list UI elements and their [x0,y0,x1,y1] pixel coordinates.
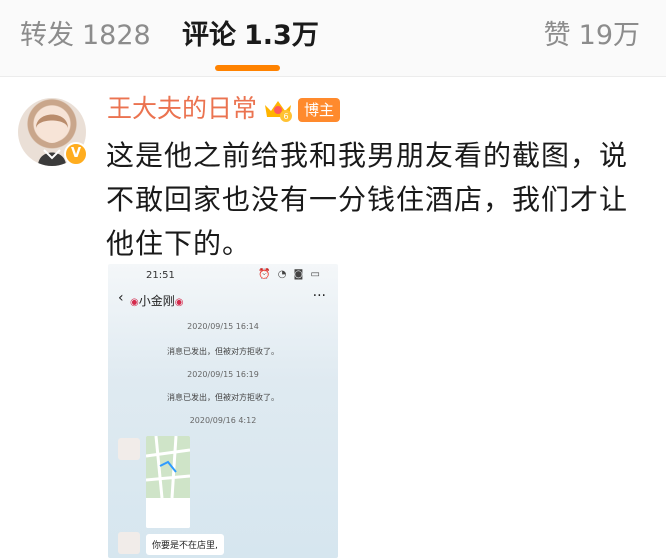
chat-timestamp: 2020/09/15 16:14 [187,322,259,331]
tab-reposts-label: 转发 [20,20,74,51]
active-tab-indicator [215,65,280,71]
chat-timestamp: 2020/09/16 4:12 [189,416,257,425]
divider [0,76,666,77]
tab-reposts-count: 1828 [82,20,151,51]
chat-system-message: 消息已发出，但被对方拒收了。 [167,347,279,356]
tab-likes-label: 赞 [543,20,571,51]
phone-status-icons: ⏰ ◔ ◙ ▭ [258,269,322,280]
chat-map-card [146,436,190,528]
chat-contact: ◉小金刚◉ [130,292,183,309]
tab-likes-count: 19万 [578,20,640,51]
back-arrow-icon: ‹ [118,290,124,306]
blogger-badge: 博主 [298,98,341,122]
lips-icon: ◉ [174,297,184,308]
chat-timestamp: 2020/09/15 16:19 [187,370,259,379]
map-card-footer [146,502,190,528]
tab-comments[interactable]: 评论 1.3万 [182,18,319,54]
chat-avatar [118,532,140,554]
chat-bubble: 你要是不在店里, [146,534,224,555]
crown-level: 6 [283,112,288,121]
map-icon [146,436,190,499]
avatar[interactable]: V [18,98,88,166]
post-image[interactable]: 21:51 ⏰ ◔ ◙ ▭ ‹ ◉小金刚◉ ··· 2020/09/15 16:… [108,264,338,558]
lips-icon: ◉ [130,297,139,308]
post-text: 这是他之前给我和我男朋友看的截图，说不敢回家也没有一分钱住酒店，我们才让他住下的… [106,139,629,260]
chat-system-message: 消息已发出，但被对方拒收了。 [167,393,279,402]
tab-reposts[interactable]: 转发 1828 [20,18,151,54]
post-username[interactable]: 王大夫的日常 [107,92,257,126]
verified-icon: V [64,142,88,166]
more-icon: ··· [312,288,326,304]
phone-status-time: 21:51 [146,270,175,281]
tab-bar: 转发 1828 评论 1.3万 赞 19万 [0,0,666,76]
tab-comments-count: 1.3万 [244,20,319,51]
chat-avatar [118,438,140,460]
chat-header: ‹ ◉小金刚◉ ··· [108,288,338,312]
crown-icon: 6 [265,101,292,122]
tab-likes[interactable]: 赞 19万 [544,18,640,54]
tab-comments-label: 评论 [182,20,236,51]
phone-status-bar: 21:51 ⏰ ◔ ◙ ▭ [108,264,338,286]
chat-contact-name: 小金刚 [138,294,175,308]
